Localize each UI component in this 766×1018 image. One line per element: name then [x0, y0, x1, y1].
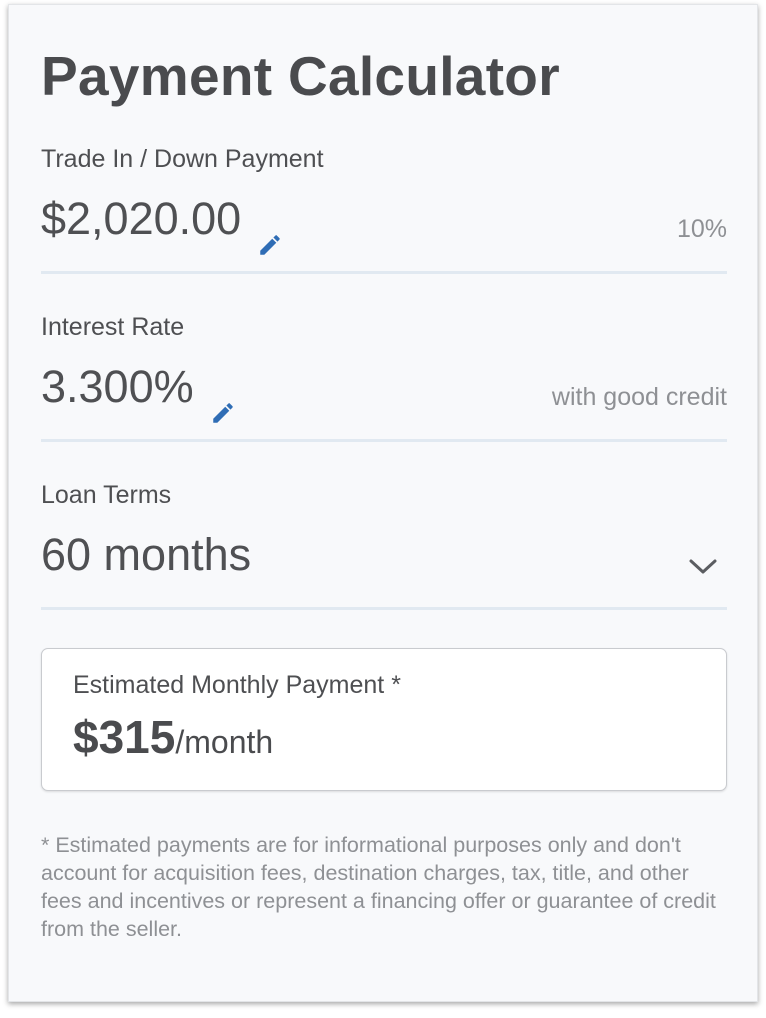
page-title: Payment Calculator	[41, 45, 560, 107]
trade-in-value-row[interactable]: $2,020.00	[41, 191, 283, 255]
interest-rate-field: Interest Rate 3.300% with good credit	[41, 311, 727, 443]
trade-in-field: Trade In / Down Payment $2,020.00 10%	[41, 143, 727, 275]
divider	[41, 271, 727, 274]
interest-rate-value-row[interactable]: 3.300%	[41, 359, 236, 423]
payment-unit: /month	[175, 724, 274, 760]
interest-rate-label: Interest Rate	[41, 313, 185, 341]
divider	[41, 607, 727, 610]
credit-note: with good credit	[551, 383, 727, 411]
pencil-icon[interactable]	[257, 215, 283, 255]
trade-in-percent: 10%	[676, 215, 727, 243]
loan-terms-field[interactable]: Loan Terms 60 months	[41, 479, 727, 611]
trade-in-label: Trade In / Down Payment	[41, 145, 324, 173]
payment-amount: $315	[73, 711, 176, 763]
interest-rate-value[interactable]: 3.300%	[41, 359, 194, 415]
disclaimer-text: * Estimated payments are for information…	[41, 833, 716, 941]
estimated-payment-value: $315/month	[73, 707, 273, 772]
loan-terms-value[interactable]: 60 months	[41, 527, 251, 583]
loan-terms-select[interactable]: 60 months	[41, 527, 251, 583]
payment-calculator-card: Payment Calculator Trade In / Down Payme…	[8, 4, 758, 1002]
chevron-down-icon[interactable]	[687, 555, 719, 577]
estimated-payment-box: Estimated Monthly Payment * $315/month	[41, 648, 727, 791]
estimated-payment-label: Estimated Monthly Payment *	[73, 671, 401, 699]
loan-terms-label: Loan Terms	[41, 481, 172, 509]
pencil-icon[interactable]	[210, 383, 236, 423]
trade-in-value[interactable]: $2,020.00	[41, 191, 241, 247]
divider	[41, 439, 727, 442]
